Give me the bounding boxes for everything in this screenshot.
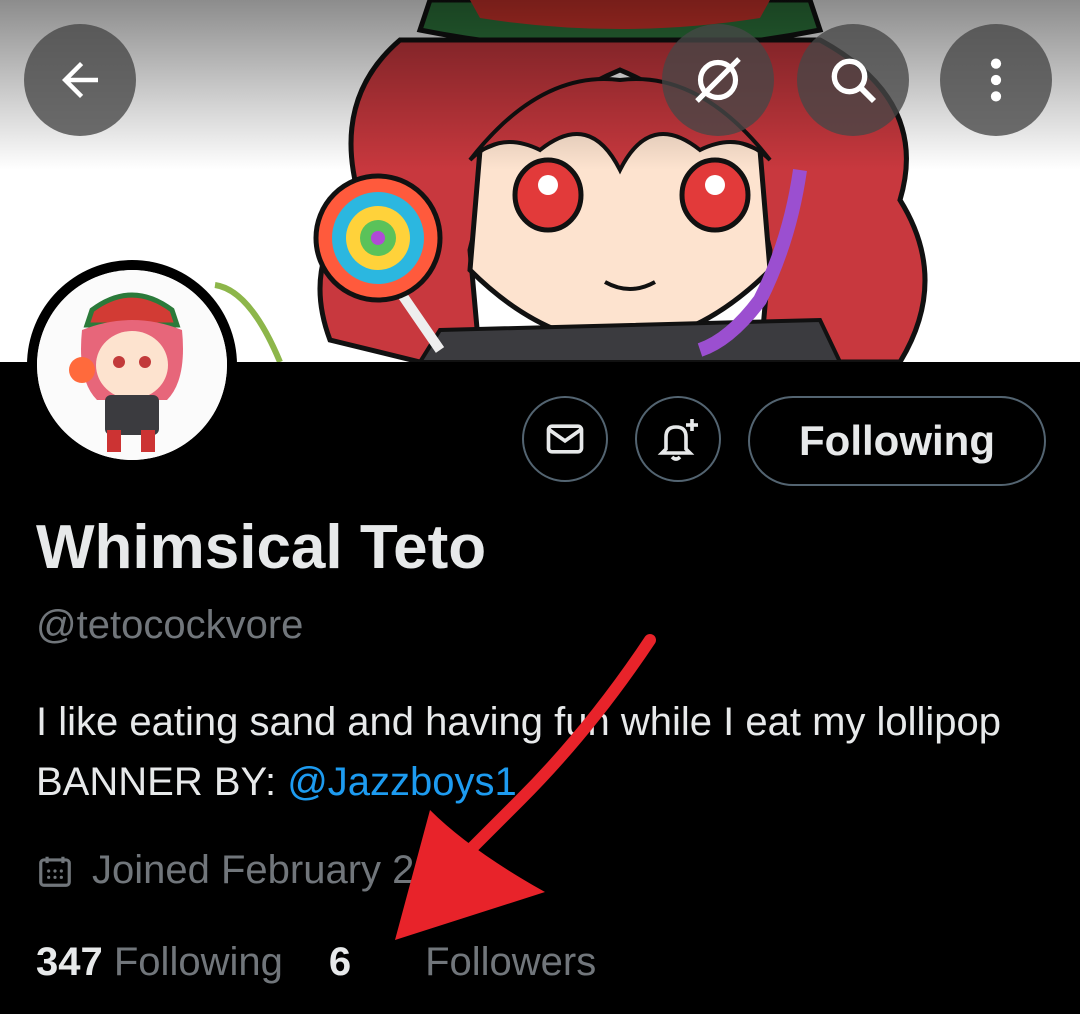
message-button[interactable]	[522, 396, 608, 482]
bio: I like eating sand and having fun while …	[36, 692, 1046, 812]
more-vertical-icon	[990, 58, 1002, 102]
back-button[interactable]	[24, 24, 136, 136]
more-button[interactable]	[940, 24, 1052, 136]
search-button[interactable]	[797, 24, 909, 136]
joined-date: Joined February 2025	[36, 848, 481, 893]
user-handle: @tetocockvore	[36, 603, 304, 647]
display-name: Whimsical Teto	[36, 513, 487, 582]
profile-avatar[interactable]	[27, 260, 237, 470]
follow-stats: 347 Following 6 Followers	[36, 940, 596, 985]
followers-link[interactable]: 6 Followers	[329, 940, 596, 984]
avatar-image	[37, 270, 227, 460]
followers-count: 6	[328, 940, 352, 984]
following-button[interactable]: Following	[748, 396, 1046, 486]
bio-text: I like eating sand and having fun while …	[36, 700, 1002, 804]
joined-text: Joined February 2025	[92, 848, 482, 892]
following-link[interactable]: 347 Following	[36, 940, 283, 984]
followers-label: Followers	[425, 940, 597, 984]
grok-slash-icon	[695, 57, 741, 103]
bio-mention-link[interactable]: @Jazzboys1	[287, 760, 517, 804]
notifications-button[interactable]	[635, 396, 721, 482]
banner-shade	[0, 0, 1080, 170]
bell-plus-icon	[657, 419, 698, 461]
grok-button[interactable]	[662, 24, 774, 136]
following-count: 347	[36, 940, 103, 984]
envelope-icon	[546, 424, 584, 454]
search-icon	[831, 58, 877, 104]
arrow-left-icon	[62, 62, 98, 98]
following-label: Following	[113, 940, 283, 984]
calendar-icon	[39, 856, 71, 887]
